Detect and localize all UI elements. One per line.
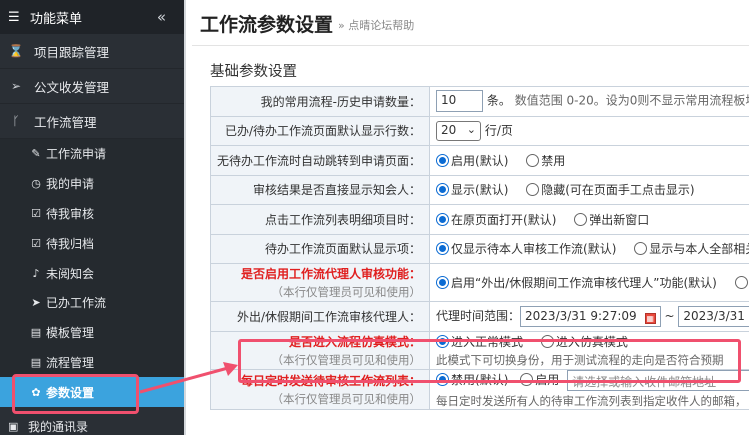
radio-show-notifiers[interactable] bbox=[436, 183, 450, 197]
calendar-icon[interactable]: ▦ bbox=[644, 312, 656, 324]
setting-label: 点击工作流列表明细项目时： bbox=[209, 204, 431, 235]
table-row: 审核结果是否直接显示知会人： 显示(默认) 隐藏(可在页面手工点击显示) bbox=[209, 174, 749, 205]
file-icon: ▤ bbox=[30, 355, 42, 369]
hourglass-icon: ⌛ bbox=[8, 44, 24, 58]
title-divider bbox=[192, 45, 749, 46]
rows-per-page-select[interactable]: 20 ⌄ bbox=[436, 120, 482, 141]
collapse-sidebar-icon[interactable]: « bbox=[157, 8, 166, 26]
sidebar-item-documents[interactable]: ➢ 公文收发管理 bbox=[0, 69, 184, 104]
radio-disable-redirect[interactable] bbox=[526, 153, 540, 167]
table-row: 我的常用流程-历史申请数量： 10 条。 数值范围 0-20。设为0则不显示常用… bbox=[209, 86, 749, 117]
page-title: 工作流参数设置 bbox=[200, 14, 334, 36]
highlight-box-simulation-row bbox=[238, 339, 741, 383]
check-square-icon: ☑ bbox=[31, 236, 41, 250]
sidebar-header: ☰ 功能菜单 « bbox=[0, 0, 184, 34]
table-row: 外出/休假期间工作流审核代理人： 代理时间范围： 2023/3/31 9:27:0… bbox=[209, 301, 749, 332]
pencil-icon: ✎ bbox=[31, 147, 41, 161]
setting-label: 已办/待办工作流页面默认显示行数： bbox=[209, 115, 431, 146]
table-row: 待办工作流页面默认显示项： 仅显示待本人审核工作流(默认) 显示与本人全部相关 bbox=[209, 233, 749, 264]
sidebar-sub-template-management[interactable]: ▤ 模板管理 bbox=[0, 317, 184, 348]
file-icon: ▤ bbox=[30, 326, 42, 340]
sidebar-sub-my-requests[interactable]: ◷ 我的申请 bbox=[0, 168, 184, 199]
setting-label: 外出/休假期间工作流审核代理人： bbox=[209, 301, 431, 332]
section-title: 基础参数设置 bbox=[210, 64, 297, 80]
setting-label: 我的常用流程-历史申请数量： bbox=[209, 86, 431, 117]
highlight-box-sidebar bbox=[12, 374, 139, 414]
setting-label: 审核结果是否直接显示知会人： bbox=[209, 174, 431, 205]
sidebar-item-workflow[interactable]: ᚴ 工作流管理 bbox=[0, 104, 184, 139]
table-row: 已办/待办工作流页面默认显示行数： 20 ⌄ 行/页 bbox=[209, 115, 749, 146]
clock-icon: ◷ bbox=[31, 177, 41, 191]
sidebar-sub-unread-notices[interactable]: ♪ 未阅知会 bbox=[0, 258, 184, 288]
setting-label: 待办工作流页面默认显示项： bbox=[209, 233, 431, 264]
sidebar-title: 功能菜单 bbox=[30, 11, 83, 27]
table-row: 是否启用工作流代理人审核功能： （本行仅管理员可见和使用） 启用“外出/休假期间… bbox=[209, 263, 749, 302]
address-book-icon: ▣ bbox=[8, 420, 19, 433]
branch-icon: ᚴ bbox=[12, 114, 20, 128]
table-row: 点击工作流列表明细项目时： 在原页面打开(默认) 弹出新窗口 bbox=[209, 204, 749, 235]
radio-show-mine-only[interactable] bbox=[436, 242, 450, 256]
radio-disable-proxy[interactable] bbox=[734, 276, 748, 289]
radio-enable-proxy[interactable] bbox=[436, 276, 450, 289]
paper-plane-icon: ➢ bbox=[10, 79, 22, 93]
radio-hide-notifiers[interactable] bbox=[526, 183, 540, 197]
radio-open-same-page[interactable] bbox=[436, 212, 450, 226]
setting-label: 是否启用工作流代理人审核功能： （本行仅管理员可见和使用） bbox=[209, 263, 431, 302]
sidebar-sub-workflow-apply[interactable]: ✎ 工作流申请 bbox=[0, 139, 184, 169]
setting-label: 无待办工作流时自动跳转到申请页面： bbox=[209, 145, 431, 176]
setting-hint: 每日定时发送所有人的待审工作流列表到指定收件人的邮箱， bbox=[436, 393, 747, 408]
setting-hint: 数值范围 0-20。设为0则不显示常用流程板块 bbox=[514, 93, 749, 108]
send-icon: ➤ bbox=[31, 296, 41, 310]
sidebar-sub-pending-review[interactable]: ☑ 待我审核 bbox=[0, 198, 184, 229]
bell-icon: ♪ bbox=[32, 266, 40, 280]
proxy-end-date-input[interactable]: 2023/3/31 9:27: bbox=[678, 305, 749, 327]
check-square-icon: ☑ bbox=[31, 206, 41, 220]
sidebar-sub-pending-archive[interactable]: ☑ 待我归档 bbox=[0, 228, 184, 259]
forum-help-link[interactable]: » 点晴论坛帮助 bbox=[338, 17, 414, 33]
chevron-down-icon: ⌄ bbox=[466, 122, 477, 136]
radio-enable-redirect[interactable] bbox=[436, 153, 450, 167]
proxy-start-date-input[interactable]: 2023/3/31 9:27:09 ▦ bbox=[520, 305, 661, 327]
sidebar: ☰ 功能菜单 « ⌛ 项目跟踪管理 ➢ 公文收发管理 ᚴ 工作流管理 ✎ 工作流… bbox=[0, 0, 184, 435]
radio-show-all-related[interactable] bbox=[634, 242, 648, 256]
sidebar-item-address-book[interactable]: ▣ 我的通讯录 bbox=[0, 418, 184, 435]
radio-open-new-window[interactable] bbox=[574, 212, 588, 226]
history-count-input[interactable]: 10 bbox=[436, 90, 484, 113]
table-row: 无待办工作流时自动跳转到申请页面： 启用(默认) 禁用 bbox=[209, 145, 749, 176]
menu-list-icon: ☰ bbox=[8, 9, 20, 25]
sidebar-sub-process-management[interactable]: ▤ 流程管理 bbox=[0, 347, 184, 378]
sidebar-sub-done-workflows[interactable]: ➤ 已办工作流 bbox=[0, 287, 184, 318]
sidebar-item-project-tracking[interactable]: ⌛ 项目跟踪管理 bbox=[0, 34, 184, 69]
